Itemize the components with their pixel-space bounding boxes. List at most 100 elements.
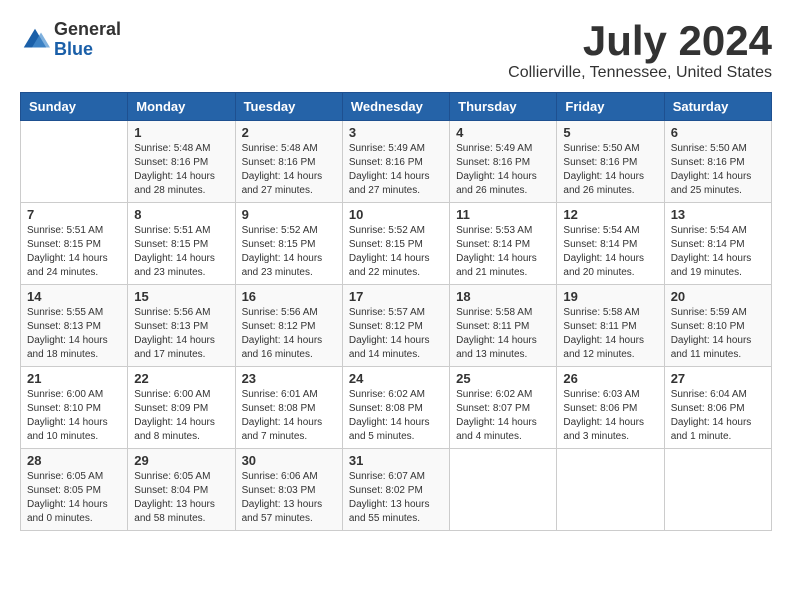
day-detail: Sunrise: 5:58 AM Sunset: 8:11 PM Dayligh… — [563, 306, 657, 362]
day-detail: Sunrise: 5:49 AM Sunset: 8:16 PM Dayligh… — [456, 142, 550, 198]
day-detail: Sunrise: 5:50 AM Sunset: 8:16 PM Dayligh… — [671, 142, 765, 198]
day-detail: Sunrise: 6:03 AM Sunset: 8:06 PM Dayligh… — [563, 388, 657, 444]
day-detail: Sunrise: 6:05 AM Sunset: 8:04 PM Dayligh… — [134, 470, 228, 526]
calendar-day-cell: 8Sunrise: 5:51 AM Sunset: 8:15 PM Daylig… — [128, 203, 235, 285]
day-detail: Sunrise: 5:57 AM Sunset: 8:12 PM Dayligh… — [349, 306, 443, 362]
logo-general: General — [54, 20, 121, 40]
day-number: 21 — [27, 371, 121, 386]
day-number: 30 — [242, 453, 336, 468]
day-number: 13 — [671, 207, 765, 222]
day-detail: Sunrise: 5:56 AM Sunset: 8:12 PM Dayligh… — [242, 306, 336, 362]
day-number: 31 — [349, 453, 443, 468]
calendar-day-cell: 26 Sunrise: 6:03 AM Sunset: 8:06 PM Dayli… — [557, 367, 664, 449]
day-detail: Sunrise: 5:53 AM Sunset: 8:14 PM Dayligh… — [456, 224, 550, 280]
day-detail: Sunrise: 5:55 AM Sunset: 8:13 PM Dayligh… — [27, 306, 121, 362]
day-detail: Sunrise: 5:54 AM Sunset: 8:14 PM Dayligh… — [671, 224, 765, 280]
day-detail: Sunrise: 5:51 AM Sunset: 8:15 PM Dayligh… — [27, 224, 121, 280]
calendar-day-cell: 17 Sunrise: 5:57 AM Sunset: 8:12 PM Dayli… — [342, 285, 449, 367]
calendar-day-cell: 9 Sunrise: 5:52 AM Sunset: 8:15 PM Daylig… — [235, 203, 342, 285]
calendar-day-cell: 31Sunrise: 6:07 AM Sunset: 8:02 PM Dayli… — [342, 449, 449, 531]
month-title: July 2024 — [508, 20, 772, 62]
day-number: 25 — [456, 371, 550, 386]
day-detail: Sunrise: 6:01 AM Sunset: 8:08 PM Dayligh… — [242, 388, 336, 444]
day-number: 19 — [563, 289, 657, 304]
day-number: 6 — [671, 125, 765, 140]
calendar-day-cell: 5Sunrise: 5:50 AM Sunset: 8:16 PM Daylig… — [557, 121, 664, 203]
calendar-day-cell: 14 Sunrise: 5:55 AM Sunset: 8:13 PM Dayli… — [21, 285, 128, 367]
calendar-day-cell: 28 Sunrise: 6:05 AM Sunset: 8:05 PM Dayli… — [21, 449, 128, 531]
calendar-week-row: 21 Sunrise: 6:00 AM Sunset: 8:10 PM Dayli… — [21, 367, 772, 449]
calendar-header-row: SundayMondayTuesdayWednesdayThursdayFrid… — [21, 93, 772, 121]
calendar-day-cell: 25Sunrise: 6:02 AM Sunset: 8:07 PM Dayli… — [450, 367, 557, 449]
day-number: 10 — [349, 207, 443, 222]
day-number: 26 — [563, 371, 657, 386]
day-detail: Sunrise: 6:05 AM Sunset: 8:05 PM Dayligh… — [27, 470, 121, 526]
day-number: 15 — [134, 289, 228, 304]
day-detail: Sunrise: 6:00 AM Sunset: 8:10 PM Dayligh… — [27, 388, 121, 444]
day-number: 20 — [671, 289, 765, 304]
calendar-day-cell: 12Sunrise: 5:54 AM Sunset: 8:14 PM Dayli… — [557, 203, 664, 285]
day-detail: Sunrise: 5:56 AM Sunset: 8:13 PM Dayligh… — [134, 306, 228, 362]
day-number: 22 — [134, 371, 228, 386]
weekday-header: Monday — [128, 93, 235, 121]
day-detail: Sunrise: 5:59 AM Sunset: 8:10 PM Dayligh… — [671, 306, 765, 362]
calendar-day-cell — [21, 121, 128, 203]
calendar-day-cell — [450, 449, 557, 531]
calendar-week-row: 28 Sunrise: 6:05 AM Sunset: 8:05 PM Dayli… — [21, 449, 772, 531]
day-number: 18 — [456, 289, 550, 304]
day-detail: Sunrise: 5:49 AM Sunset: 8:16 PM Dayligh… — [349, 142, 443, 198]
day-number: 16 — [242, 289, 336, 304]
weekday-header: Tuesday — [235, 93, 342, 121]
day-number: 9 — [242, 207, 336, 222]
calendar-day-cell: 29 Sunrise: 6:05 AM Sunset: 8:04 PM Dayli… — [128, 449, 235, 531]
day-number: 8 — [134, 207, 228, 222]
calendar-day-cell: 15 Sunrise: 5:56 AM Sunset: 8:13 PM Dayli… — [128, 285, 235, 367]
weekday-header: Wednesday — [342, 93, 449, 121]
day-number: 7 — [27, 207, 121, 222]
day-detail: Sunrise: 5:48 AM Sunset: 8:16 PM Dayligh… — [134, 142, 228, 198]
calendar-day-cell: 1 Sunrise: 5:48 AM Sunset: 8:16 PM Daylig… — [128, 121, 235, 203]
day-number: 23 — [242, 371, 336, 386]
day-number: 12 — [563, 207, 657, 222]
calendar-day-cell — [664, 449, 771, 531]
weekday-header: Thursday — [450, 93, 557, 121]
calendar-day-cell: 4 Sunrise: 5:49 AM Sunset: 8:16 PM Daylig… — [450, 121, 557, 203]
day-detail: Sunrise: 6:02 AM Sunset: 8:08 PM Dayligh… — [349, 388, 443, 444]
calendar-day-cell: 18 Sunrise: 5:58 AM Sunset: 8:11 PM Dayli… — [450, 285, 557, 367]
page-header: General Blue July 2024 Collierville, Ten… — [20, 20, 772, 82]
day-number: 4 — [456, 125, 550, 140]
calendar-day-cell: 27 Sunrise: 6:04 AM Sunset: 8:06 PM Dayli… — [664, 367, 771, 449]
calendar-day-cell: 6 Sunrise: 5:50 AM Sunset: 8:16 PM Daylig… — [664, 121, 771, 203]
day-number: 17 — [349, 289, 443, 304]
day-number: 24 — [349, 371, 443, 386]
day-detail: Sunrise: 6:04 AM Sunset: 8:06 PM Dayligh… — [671, 388, 765, 444]
day-number: 11 — [456, 207, 550, 222]
calendar-day-cell: 21 Sunrise: 6:00 AM Sunset: 8:10 PM Dayli… — [21, 367, 128, 449]
calendar-week-row: 1 Sunrise: 5:48 AM Sunset: 8:16 PM Daylig… — [21, 121, 772, 203]
calendar-day-cell: 3 Sunrise: 5:49 AM Sunset: 8:16 PM Daylig… — [342, 121, 449, 203]
weekday-header: Friday — [557, 93, 664, 121]
day-detail: Sunrise: 6:00 AM Sunset: 8:09 PM Dayligh… — [134, 388, 228, 444]
calendar-day-cell: 20 Sunrise: 5:59 AM Sunset: 8:10 PM Dayli… — [664, 285, 771, 367]
calendar-day-cell: 22 Sunrise: 6:00 AM Sunset: 8:09 PM Dayli… — [128, 367, 235, 449]
location: Collierville, Tennessee, United States — [508, 64, 772, 82]
day-detail: Sunrise: 5:50 AM Sunset: 8:16 PM Dayligh… — [563, 142, 657, 198]
day-detail: Sunrise: 5:52 AM Sunset: 8:15 PM Dayligh… — [349, 224, 443, 280]
calendar-day-cell: 10 Sunrise: 5:52 AM Sunset: 8:15 PM Dayli… — [342, 203, 449, 285]
day-number: 27 — [671, 371, 765, 386]
day-detail: Sunrise: 5:52 AM Sunset: 8:15 PM Dayligh… — [242, 224, 336, 280]
logo-blue: Blue — [54, 40, 121, 60]
day-detail: Sunrise: 5:48 AM Sunset: 8:16 PM Dayligh… — [242, 142, 336, 198]
calendar-day-cell: 11 Sunrise: 5:53 AM Sunset: 8:14 PM Dayli… — [450, 203, 557, 285]
day-number: 3 — [349, 125, 443, 140]
day-number: 1 — [134, 125, 228, 140]
calendar-day-cell: 19 Sunrise: 5:58 AM Sunset: 8:11 PM Dayli… — [557, 285, 664, 367]
weekday-header: Sunday — [21, 93, 128, 121]
day-number: 2 — [242, 125, 336, 140]
day-number: 14 — [27, 289, 121, 304]
calendar-day-cell: 24 Sunrise: 6:02 AM Sunset: 8:08 PM Dayli… — [342, 367, 449, 449]
day-number: 28 — [27, 453, 121, 468]
day-number: 29 — [134, 453, 228, 468]
day-detail: Sunrise: 5:58 AM Sunset: 8:11 PM Dayligh… — [456, 306, 550, 362]
calendar-week-row: 7 Sunrise: 5:51 AM Sunset: 8:15 PM Daylig… — [21, 203, 772, 285]
